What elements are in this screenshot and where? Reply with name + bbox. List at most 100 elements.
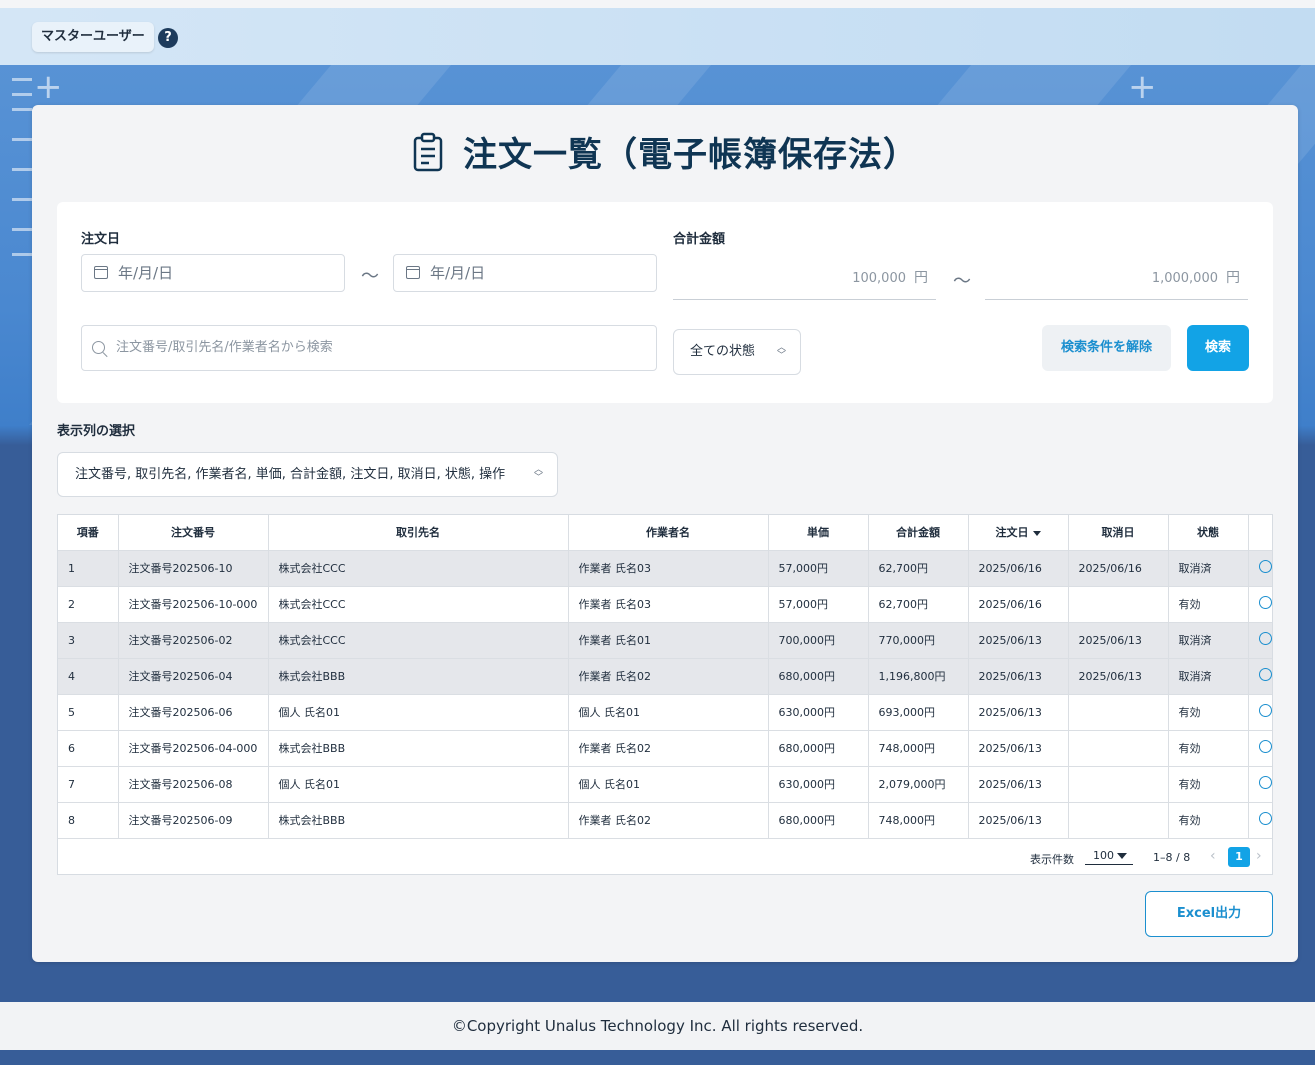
cell-actions: [1248, 658, 1272, 695]
amount-range-separator: 〜: [953, 271, 971, 292]
table-row[interactable]: 1 注文番号202506-10 株式会社CCC 作業者 氏名03 57,000円 62,7…: [58, 550, 1272, 587]
cell-cancel-date: [1068, 694, 1169, 731]
action-circle-icon[interactable]: [1258, 596, 1272, 609]
cell-status: 有効: [1168, 730, 1249, 767]
cell-no: 6: [58, 730, 119, 767]
search-placeholder: 注文番号/取引先名/作業者名から検索: [116, 340, 333, 355]
header-actions: [1248, 515, 1272, 551]
header-cancel-date[interactable]: 取消日: [1068, 515, 1169, 551]
cell-order-date: 2025/06/13: [968, 766, 1069, 803]
cell-status: 取消済: [1168, 550, 1249, 587]
date-to-input[interactable]: 年/月/日: [393, 254, 657, 292]
header-band: [0, 8, 1315, 65]
action-circle-icon[interactable]: [1258, 704, 1272, 717]
amount-min-input[interactable]: 100,000 円: [673, 258, 936, 300]
header-client[interactable]: 取引先名: [268, 515, 569, 551]
excel-export-button[interactable]: Excel出力: [1145, 891, 1273, 937]
cell-actions: [1248, 766, 1272, 803]
cell-unit-price: 700,000円: [768, 622, 869, 659]
header-order-number[interactable]: 注文番号: [118, 515, 269, 551]
cell-actions: [1248, 622, 1272, 659]
table-row[interactable]: 3 注文番号202506-02 株式会社CCC 作業者 氏名01 700,000円 770…: [58, 622, 1272, 659]
amount-min-placeholder: 100,000: [852, 271, 906, 286]
page-1-button[interactable]: 1: [1228, 847, 1250, 867]
cell-order-number: 注文番号202506-06: [118, 694, 269, 731]
next-page-icon[interactable]: ›: [1256, 848, 1262, 864]
bg-deco-line: [12, 78, 32, 81]
header-total[interactable]: 合計金額: [868, 515, 969, 551]
action-circle-icon[interactable]: [1258, 632, 1272, 645]
action-circle-icon[interactable]: [1258, 668, 1272, 681]
table-header-row: 項番 注文番号 取引先名 作業者名 単価 合計金額 注文日 取消日 状態: [58, 515, 1272, 551]
table-row[interactable]: 6 注文番号202506-04-000 株式会社BBB 作業者 氏名02 680,000…: [58, 730, 1272, 767]
cell-status: 取消済: [1168, 658, 1249, 695]
currency-unit: 円: [1226, 270, 1240, 286]
table-row[interactable]: 7 注文番号202506-08 個人 氏名01 個人 氏名01 630,000円 2,07…: [58, 766, 1272, 803]
search-button[interactable]: 検索: [1187, 325, 1249, 371]
cell-client: 個人 氏名01: [268, 694, 569, 731]
bg-plus-icon: +: [1128, 67, 1157, 107]
cell-status: 有効: [1168, 586, 1249, 623]
cell-unit-price: 680,000円: [768, 730, 869, 767]
main-card: 注文一覧（電子帳簿保存法） 注文日 年/月/日 〜 年/月/日 合計金額 100…: [32, 105, 1298, 962]
action-circle-icon[interactable]: [1258, 776, 1272, 789]
date-from-placeholder: 年/月/日: [118, 264, 174, 282]
header-worker[interactable]: 作業者名: [568, 515, 769, 551]
table-row[interactable]: 5 注文番号202506-06 個人 氏名01 個人 氏名01 630,000円 693,…: [58, 694, 1272, 731]
per-page-value: 100: [1093, 849, 1114, 862]
cell-order-date: 2025/06/13: [968, 730, 1069, 767]
table-row[interactable]: 2 注文番号202506-10-000 株式会社CCC 作業者 氏名03 57,000円…: [58, 586, 1272, 623]
cell-total: 62,700円: [868, 550, 969, 587]
cell-order-date: 2025/06/13: [968, 658, 1069, 695]
cell-actions: [1248, 550, 1272, 587]
header-unit-price[interactable]: 単価: [768, 515, 869, 551]
per-page-select[interactable]: 100: [1085, 849, 1133, 865]
top-strip: [0, 0, 1315, 8]
header-status[interactable]: 状態: [1168, 515, 1249, 551]
cell-client: 株式会社BBB: [268, 802, 569, 839]
table-row[interactable]: 4 注文番号202506-04 株式会社BBB 作業者 氏名02 680,000円 1,1…: [58, 658, 1272, 695]
table-row[interactable]: 8 注文番号202506-09 株式会社BBB 作業者 氏名02 680,000円 748…: [58, 802, 1272, 839]
date-to-placeholder: 年/月/日: [430, 264, 486, 282]
cell-no: 3: [58, 622, 119, 659]
cell-cancel-date: [1068, 730, 1169, 767]
amount-max-placeholder: 1,000,000: [1151, 271, 1218, 286]
cell-order-number: 注文番号202506-09: [118, 802, 269, 839]
cell-no: 4: [58, 658, 119, 695]
total-amount-label: 合計金額: [673, 232, 726, 247]
help-icon[interactable]: ?: [158, 28, 178, 48]
date-from-input[interactable]: 年/月/日: [81, 254, 345, 292]
header-no[interactable]: 項番: [58, 515, 119, 551]
bg-deco-line: [12, 168, 32, 171]
clipboard-document-icon: [413, 132, 443, 171]
search-icon: [92, 341, 105, 354]
cell-total: 748,000円: [868, 730, 969, 767]
cell-actions: [1248, 586, 1272, 623]
cell-no: 2: [58, 586, 119, 623]
header-order-date[interactable]: 注文日: [968, 515, 1069, 551]
cell-cancel-date: 2025/06/13: [1068, 622, 1169, 659]
amount-max-input[interactable]: 1,000,000 円: [985, 258, 1248, 300]
cell-order-date: 2025/06/13: [968, 622, 1069, 659]
bg-deco-line: [12, 228, 32, 231]
cell-client: 株式会社BBB: [268, 658, 569, 695]
action-circle-icon[interactable]: [1258, 560, 1272, 573]
order-date-label: 注文日: [81, 232, 121, 247]
cell-unit-price: 630,000円: [768, 694, 869, 731]
cell-unit-price: 680,000円: [768, 658, 869, 695]
user-role-chip[interactable]: マスターユーザー: [32, 22, 154, 52]
prev-page-icon[interactable]: ‹: [1210, 848, 1216, 864]
chevron-updown-icon: ︿ ﹀: [533, 465, 543, 483]
cell-actions: [1248, 730, 1272, 767]
cell-order-date: 2025/06/16: [968, 550, 1069, 587]
keyword-search-input[interactable]: 注文番号/取引先名/作業者名から検索: [81, 325, 657, 371]
cell-no: 7: [58, 766, 119, 803]
cell-status: 取消済: [1168, 622, 1249, 659]
bg-deco-line: [12, 253, 32, 256]
status-select[interactable]: 全ての状態 ︿ ﹀: [673, 329, 801, 375]
column-selector[interactable]: 注文番号, 取引先名, 作業者名, 単価, 合計金額, 注文日, 取消日, 状態…: [57, 452, 558, 497]
action-circle-icon[interactable]: [1258, 812, 1272, 825]
cell-order-date: 2025/06/13: [968, 694, 1069, 731]
action-circle-icon[interactable]: [1258, 740, 1272, 753]
clear-filters-button[interactable]: 検索条件を解除: [1042, 325, 1171, 371]
